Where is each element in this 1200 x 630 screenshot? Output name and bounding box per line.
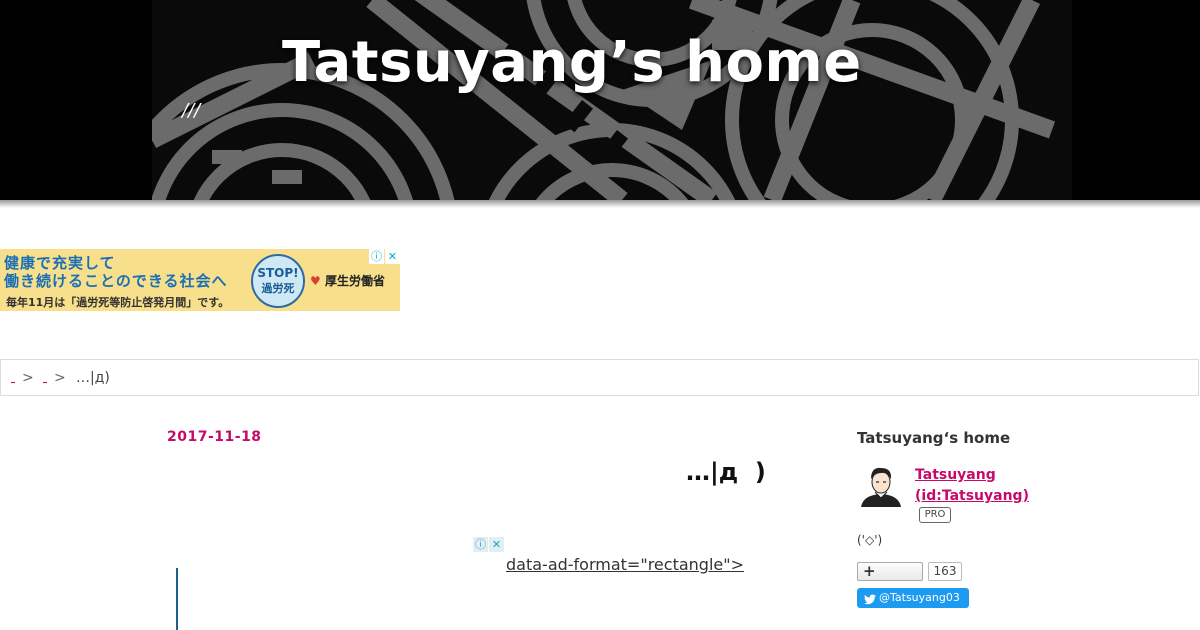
profile-id: (id:Tatsuyang): [915, 488, 1029, 504]
entry-title[interactable]: …|д ): [686, 458, 766, 486]
breadcrumb-separator: >: [54, 370, 66, 386]
ministry-logo: ♥ 厚生労働省: [310, 272, 385, 289]
ad-info-icon[interactable]: ⓘ: [369, 249, 384, 264]
badge-bottom-text: 過労死: [261, 282, 295, 295]
ministry-name: 厚生労働省: [324, 274, 385, 288]
breadcrumb-link-category[interactable]: _: [43, 374, 47, 383]
profile-name-link[interactable]: Tatsuyang (id:Tatsuyang): [915, 465, 1029, 507]
ministry-mark-icon: ♥: [310, 274, 321, 288]
header-divider: [0, 200, 1200, 208]
subscriber-count[interactable]: 163: [928, 562, 962, 581]
blog-title[interactable]: Tatsuyang’s home: [282, 30, 862, 95]
breadcrumb: _ > _ > …|д): [0, 359, 1199, 396]
twitter-bird-icon: [864, 592, 876, 612]
plus-icon: +: [863, 562, 876, 580]
breadcrumb-current: …|д): [76, 370, 110, 386]
profile-name: Tatsuyang: [915, 467, 996, 483]
stop-karoshi-badge: STOP! 過労死: [251, 254, 305, 308]
ad-subtext: 毎年11月は「過労死等防止啓発月間」です。: [6, 296, 230, 309]
ad-close-icon[interactable]: ✕: [385, 249, 400, 264]
blog-description: ///: [182, 100, 201, 121]
subscribe-button[interactable]: +: [857, 562, 923, 581]
entry-content-border: [176, 568, 178, 630]
avatar[interactable]: [857, 465, 905, 507]
breadcrumb-separator: >: [22, 370, 34, 386]
ad-info-icon[interactable]: ⓘ: [473, 537, 488, 552]
profile-description: ('◇'): [857, 533, 883, 547]
badge-top-text: STOP!: [257, 266, 299, 280]
entry-date[interactable]: 2017-11-18: [167, 429, 262, 445]
ad-markup-text: data-ad-format="rectangle">: [506, 555, 744, 574]
ad-close-icon[interactable]: ✕: [489, 537, 504, 552]
twitter-follow-button[interactable]: @Tatsuyang03: [857, 588, 969, 608]
twitter-handle: @Tatsuyang03: [879, 591, 960, 604]
breadcrumb-link-home[interactable]: _: [11, 374, 15, 383]
inline-ad-controls: ⓘ ✕: [473, 537, 505, 553]
ad-headline-line2: 働き続けることのできる社会へ: [4, 272, 228, 290]
pro-badge[interactable]: PRO: [919, 507, 951, 523]
sidebar-profile-title: Tatsuyang‘s home: [857, 429, 1011, 447]
